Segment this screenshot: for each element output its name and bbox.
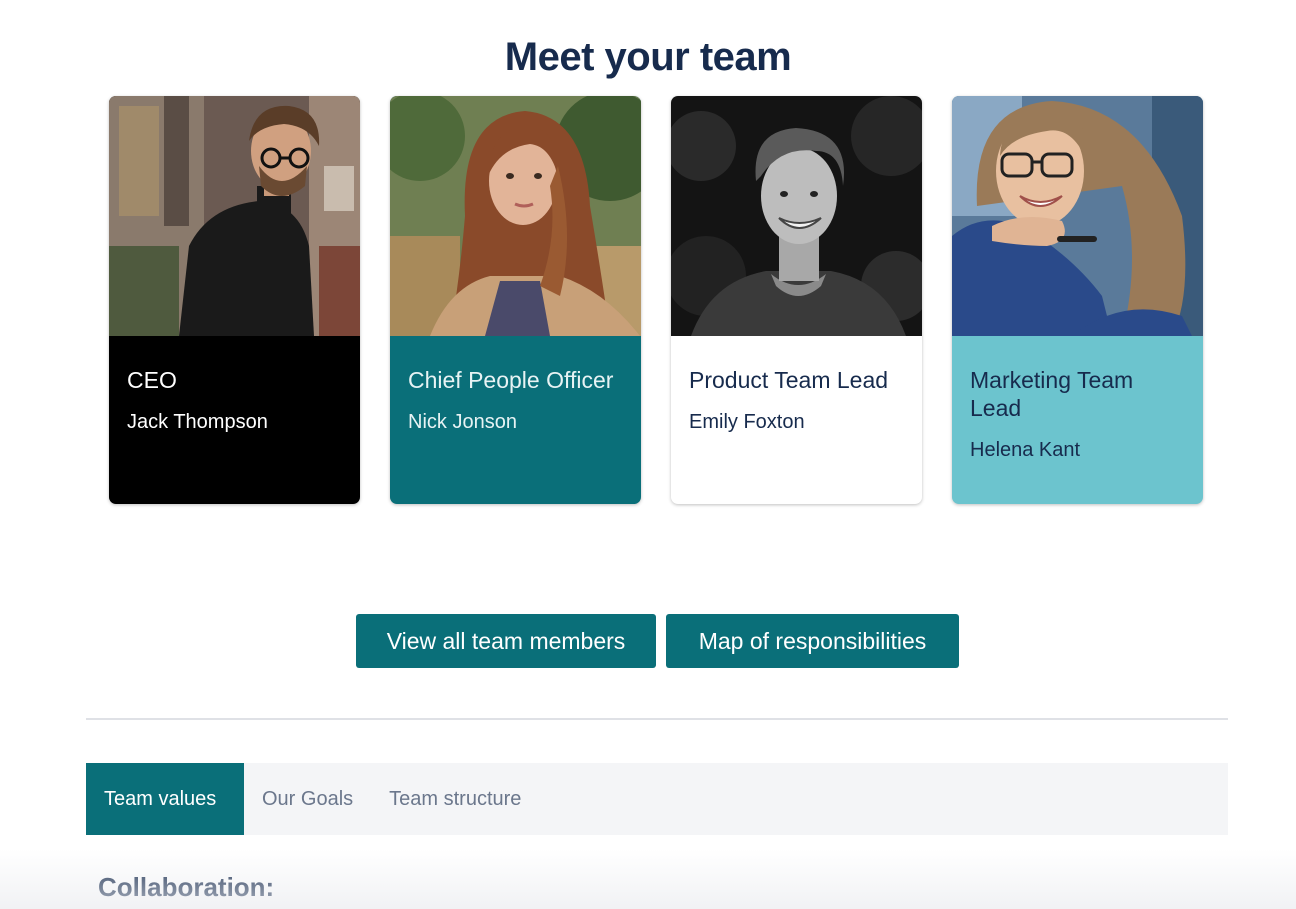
team-member-photo xyxy=(952,96,1203,336)
tab-team-structure[interactable]: Team structure xyxy=(371,763,539,835)
team-member-name: Helena Kant xyxy=(970,439,1081,461)
team-card-product-team-lead[interactable]: Product Team Lead Emily Foxton xyxy=(671,96,922,504)
team-card-ceo[interactable]: CEO Jack Thompson xyxy=(109,96,360,504)
page-title: Meet your team xyxy=(504,34,792,79)
team-member-role: CEO xyxy=(127,367,177,393)
team-member-name: Nick Jonson xyxy=(408,411,517,433)
woman-auburn-hair-photo xyxy=(390,96,641,336)
section-divider xyxy=(86,718,1228,720)
team-member-name: Jack Thompson xyxy=(127,411,268,433)
team-card-marketing-team-lead[interactable]: Marketing Team Lead Helena Kant xyxy=(952,96,1203,504)
tab-team-values[interactable]: Team values xyxy=(86,763,244,835)
team-member-role: Marketing Team Lead xyxy=(970,367,1134,421)
team-member-role: Product Team Lead xyxy=(689,367,889,393)
team-member-photo xyxy=(671,96,922,336)
team-member-photo xyxy=(109,96,360,336)
team-card-chief-people-officer[interactable]: Chief People Officer Nick Jonson xyxy=(390,96,641,504)
map-of-responsibilities-button[interactable]: Map of responsibilities xyxy=(666,614,959,668)
team-actions: View all team members Map of responsibil… xyxy=(356,614,959,668)
team-card-body: CEO Jack Thompson xyxy=(109,336,360,504)
team-member-photo xyxy=(390,96,641,336)
team-cards: CEO Jack Thompson Chief People Officer N… xyxy=(109,96,1203,504)
smiling-woman-glasses-photo xyxy=(952,96,1203,336)
team-card-body: Marketing Team Lead Helena Kant xyxy=(952,336,1203,504)
man-black-turtleneck-photo xyxy=(109,96,360,336)
view-all-team-members-button[interactable]: View all team members xyxy=(356,614,656,668)
tab-bar: Team values Our Goals Team structure xyxy=(86,763,1228,835)
team-page: Meet your team CEO Jack Thompson Chief P… xyxy=(0,0,1296,909)
team-member-role: Chief People Officer xyxy=(408,367,614,393)
section-heading: Collaboration: xyxy=(98,872,275,902)
smiling-young-man-photo xyxy=(671,96,922,336)
team-card-body: Product Team Lead Emily Foxton xyxy=(671,336,922,504)
team-card-body: Chief People Officer Nick Jonson xyxy=(390,336,641,504)
tab-our-goals[interactable]: Our Goals xyxy=(244,763,371,835)
team-member-name: Emily Foxton xyxy=(689,411,805,433)
